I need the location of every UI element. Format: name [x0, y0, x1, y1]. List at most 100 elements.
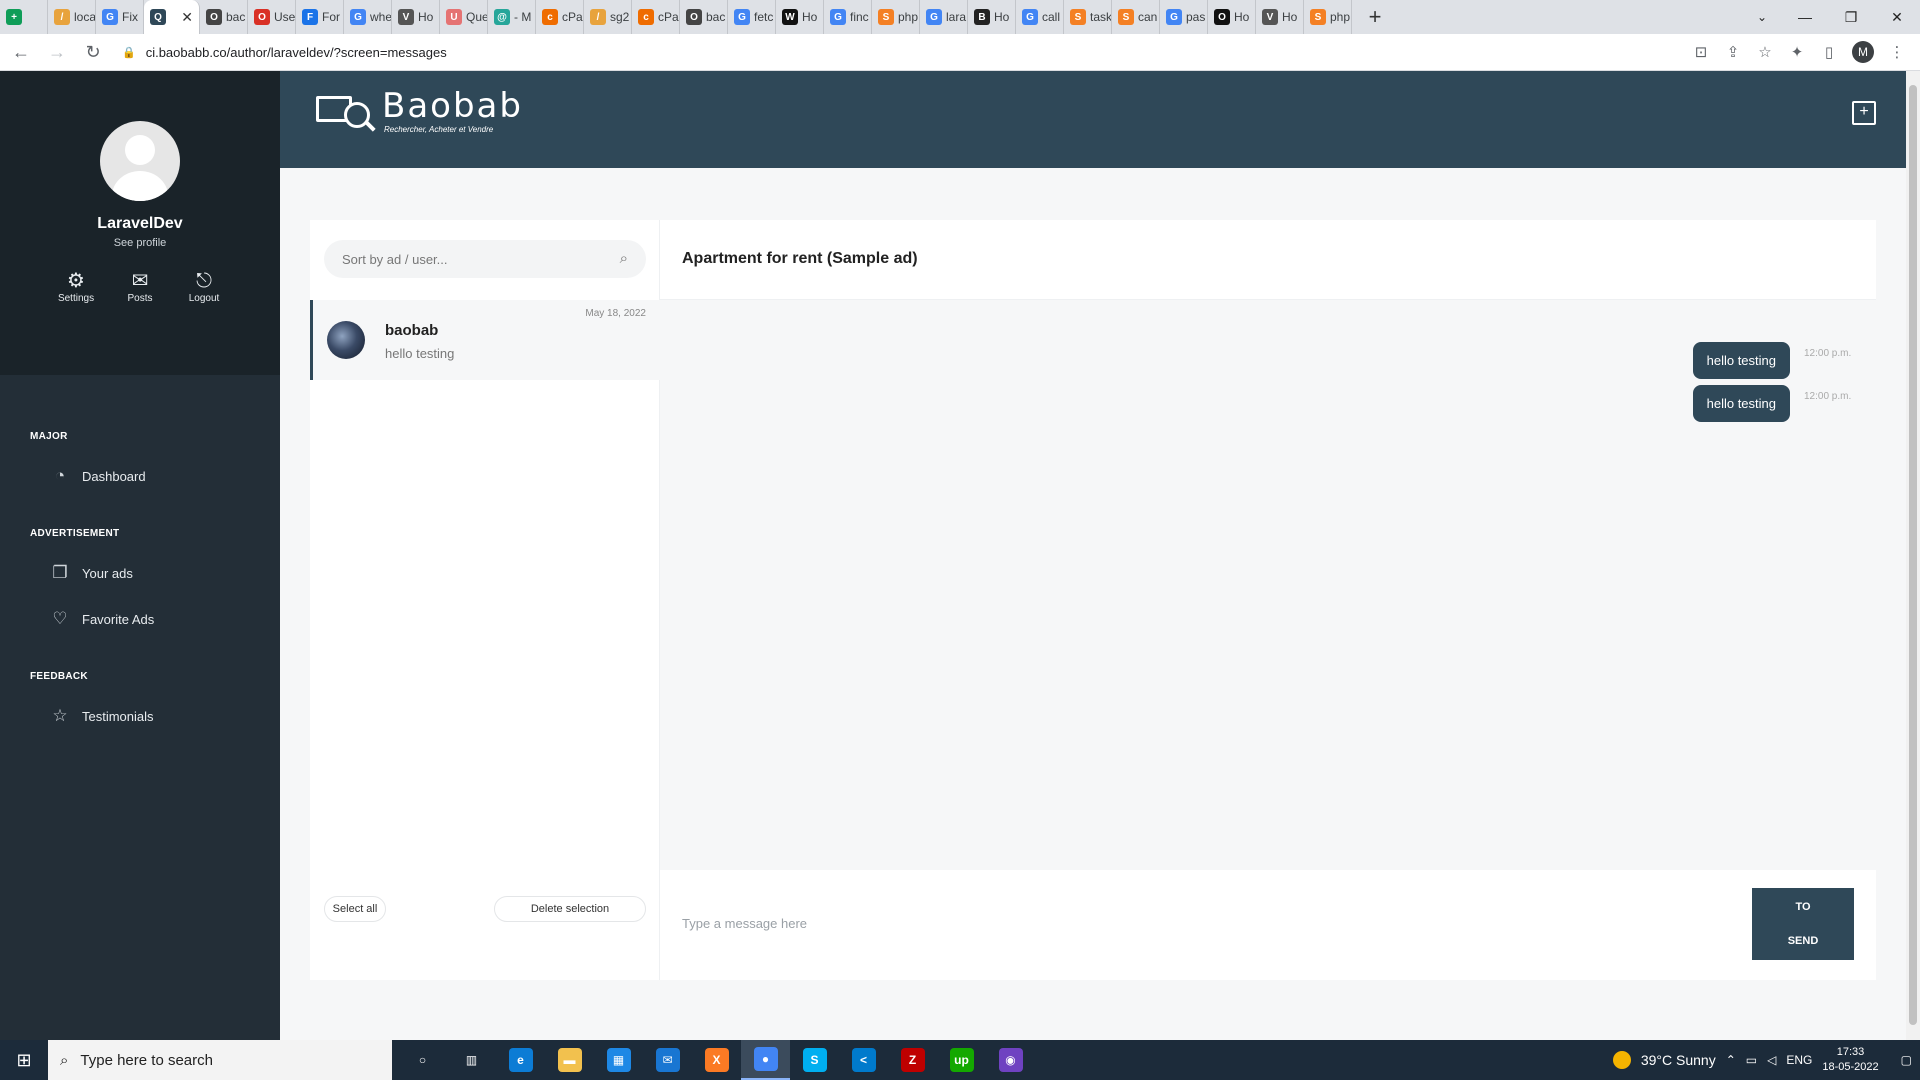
browser-tab[interactable]: Obac: [680, 0, 728, 34]
skype-icon: S: [802, 1048, 827, 1072]
windows-start-icon[interactable]: ⊞: [0, 1040, 48, 1080]
browser-tab[interactable]: Obac: [200, 0, 248, 34]
language-indicator[interactable]: ENG: [1786, 1053, 1812, 1067]
browser-tab[interactable]: c cPa: [536, 0, 584, 34]
see-profile-link[interactable]: See profile: [114, 237, 167, 249]
github-desktop-taskbar-icon[interactable]: ◉: [986, 1040, 1035, 1080]
copy-icon: ❐: [52, 563, 68, 582]
browser-tab[interactable]: U Que: [440, 0, 488, 34]
browser-tab[interactable]: @ - M: [488, 0, 536, 34]
browser-tab[interactable]: Gfetc: [728, 0, 776, 34]
browser-tab[interactable]: V Ho: [392, 0, 440, 34]
tray-chevron-icon[interactable]: ⌃: [1726, 1053, 1736, 1067]
network-icon[interactable]: ▭: [1746, 1053, 1757, 1067]
xampp-taskbar-icon[interactable]: X: [692, 1040, 741, 1080]
tab-close-icon[interactable]: ✕: [181, 9, 193, 26]
settings-button[interactable]: ⚙ Settings: [58, 269, 94, 304]
cortana-taskbar-icon[interactable]: ○: [398, 1040, 447, 1080]
delete-selection-button[interactable]: Delete selection: [494, 896, 646, 922]
search-icon[interactable]: ⌕: [620, 250, 628, 267]
browser-tab[interactable]: Gcall: [1016, 0, 1064, 34]
upwork-taskbar-icon[interactable]: up: [937, 1040, 986, 1080]
browser-tab[interactable]: Gpas: [1160, 0, 1208, 34]
posts-button[interactable]: ✉ Posts: [122, 269, 158, 304]
browser-tab[interactable]: Gwhe: [344, 0, 392, 34]
browser-tab[interactable]: V Ho: [1256, 0, 1304, 34]
notifications-icon[interactable]: ▢: [1901, 1053, 1912, 1067]
browser-tab[interactable]: Scan: [1112, 0, 1160, 34]
browser-tab[interactable]: / sg2: [584, 0, 632, 34]
minimize-icon[interactable]: —: [1782, 0, 1828, 34]
lock-icon[interactable]: 🔒: [122, 46, 136, 59]
forward-icon[interactable]: →: [42, 37, 72, 67]
browser-tab[interactable]: Sphp: [872, 0, 920, 34]
windows-taskbar: ⊞ ⌕ Type here to search ○ ▥ e ▬ ▦ ✉ X ● S < Zup ◉ 3…: [0, 1040, 1920, 1080]
reload-icon[interactable]: ↻: [78, 37, 108, 67]
browser-tab[interactable]: G Fix: [96, 0, 144, 34]
browser-tab[interactable]: Q ✕: [144, 0, 200, 34]
profile-avatar-image[interactable]: [100, 121, 180, 201]
browser-tab[interactable]: O Ho: [1208, 0, 1256, 34]
logout-label: Logout: [188, 293, 220, 304]
browser-tab[interactable]: W Ho: [776, 0, 824, 34]
logout-icon: ⎋: [196, 270, 212, 292]
posts-label: Posts: [127, 293, 153, 304]
translate-icon[interactable]: ⊡: [1692, 43, 1710, 61]
logout-button[interactable]: ⎋ Logout: [186, 269, 222, 304]
site-logo[interactable]: Baobab Rechercher, Acheter et Vendre: [316, 89, 523, 134]
sidebar-item-dashboard[interactable]: ◔ Dashboard: [48, 464, 280, 488]
close-window-icon[interactable]: ✕: [1874, 0, 1920, 34]
browser-tab[interactable]: Sphp: [1304, 0, 1352, 34]
weather-sun-icon[interactable]: [1612, 1051, 1631, 1069]
message-input[interactable]: Type a message here: [682, 916, 807, 931]
volume-icon[interactable]: ◁: [1767, 1053, 1776, 1067]
page-scrollbar[interactable]: [1906, 71, 1920, 1040]
menu-kebab-icon[interactable]: ⋮: [1888, 43, 1906, 61]
taskbar-clock[interactable]: 17:33 18-05-2022: [1822, 1045, 1878, 1075]
browser-tab[interactable]: Glara: [920, 0, 968, 34]
select-all-button[interactable]: Select all: [324, 896, 386, 922]
profile-section: LaravelDev See profile ⚙ Settings ✉ Post…: [0, 71, 280, 375]
vscode-taskbar-icon[interactable]: <: [839, 1040, 888, 1080]
conversation-search-input[interactable]: Sort by ad / user... ⌕: [324, 240, 646, 278]
profile-avatar[interactable]: M: [1852, 41, 1874, 63]
filezilla-taskbar-icon[interactable]: Z: [888, 1040, 937, 1080]
back-icon[interactable]: ←: [6, 37, 36, 67]
new-tab-icon[interactable]: +: [1360, 4, 1390, 30]
browser-tab[interactable]: c cPa: [632, 0, 680, 34]
weather-text[interactable]: 39°C Sunny: [1641, 1052, 1716, 1068]
tab-favicon-icon: S: [1118, 9, 1134, 25]
sidebar-item-favorite-ads[interactable]: ♡ Favorite Ads: [48, 607, 280, 631]
task-view-taskbar-icon[interactable]: ▥: [447, 1040, 496, 1080]
extensions-icon[interactable]: ✦: [1788, 43, 1806, 61]
restore-icon[interactable]: ❐: [1828, 0, 1874, 34]
send-button[interactable]: TO SEND: [1752, 888, 1854, 960]
browser-tab[interactable]: O Use: [248, 0, 296, 34]
taskbar-search-input[interactable]: ⌕ Type here to search: [48, 1040, 392, 1080]
browser-tab[interactable]: Stask: [1064, 0, 1112, 34]
store-taskbar-icon[interactable]: ▦: [594, 1040, 643, 1080]
tab-search-icon[interactable]: ⌄: [1742, 0, 1782, 34]
edge-taskbar-icon[interactable]: e: [496, 1040, 545, 1080]
browser-tab[interactable]: +: [0, 0, 48, 34]
skype-taskbar-icon[interactable]: S: [790, 1040, 839, 1080]
sidebar-item-testimonials[interactable]: ☆ Testimonials: [48, 704, 280, 728]
chrome-taskbar-icon[interactable]: ●: [741, 1040, 790, 1080]
browser-tab[interactable]: F For: [296, 0, 344, 34]
address-bar[interactable]: 🔒 ci.baobabb.co/author/laraveldev/?scree…: [122, 37, 1692, 67]
side-panel-icon[interactable]: ▯: [1820, 43, 1838, 61]
sidebar-item-your-ads[interactable]: ❐ Your ads: [48, 561, 280, 585]
tab-label: finc: [850, 10, 869, 24]
share-icon[interactable]: ⇪: [1724, 43, 1742, 61]
browser-tab[interactable]: B Ho: [968, 0, 1016, 34]
message-time: 12:00 p.m.: [1804, 348, 1852, 359]
mail-taskbar-icon[interactable]: ✉: [643, 1040, 692, 1080]
post-ad-icon[interactable]: +: [1852, 101, 1876, 125]
search-icon: ⌕: [60, 1051, 69, 1069]
bookmark-star-icon[interactable]: ☆: [1756, 43, 1774, 61]
browser-tab[interactable]: / loca: [48, 0, 96, 34]
profile-actions: ⚙ Settings ✉ Posts ⎋ Logout: [58, 269, 222, 304]
browser-tab[interactable]: Gfinc: [824, 0, 872, 34]
conversation-item[interactable]: baobab hello testing May 18, 2022: [310, 300, 660, 380]
file-explorer-taskbar-icon[interactable]: ▬: [545, 1040, 594, 1080]
